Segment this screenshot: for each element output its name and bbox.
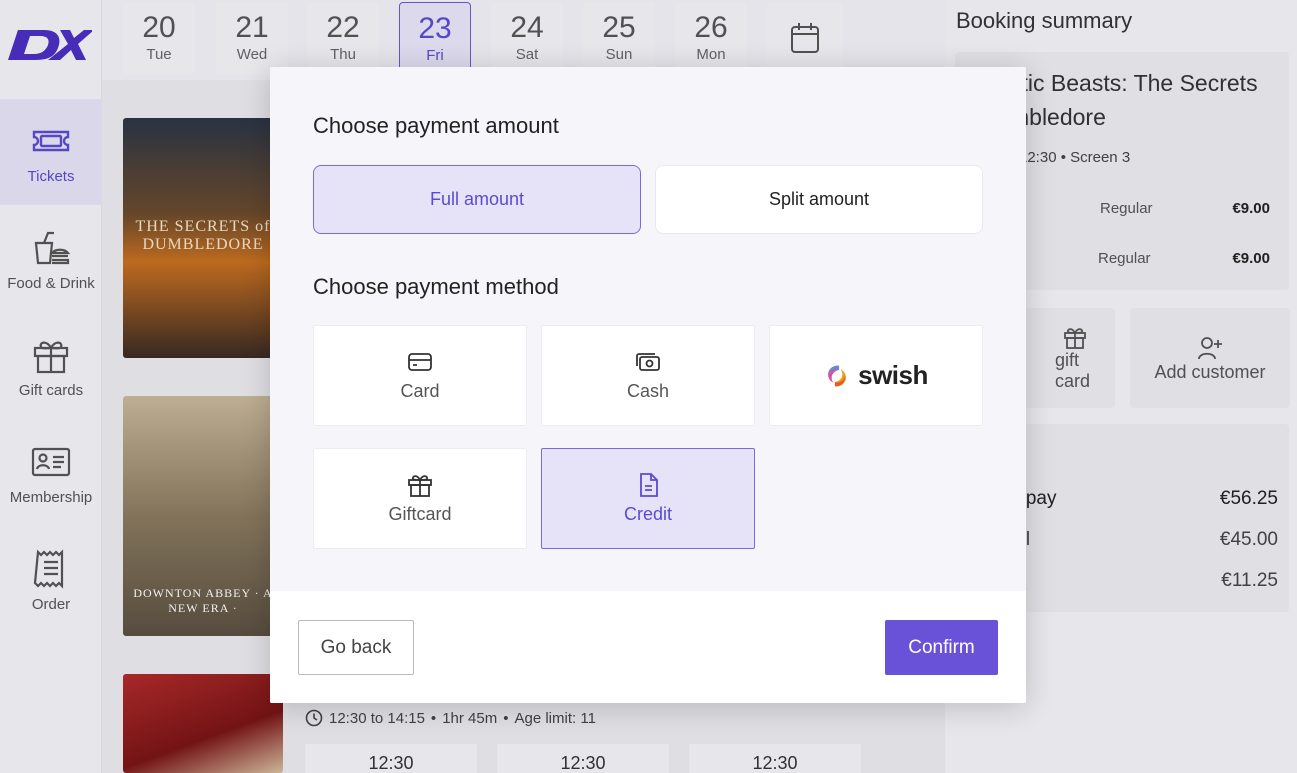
document-icon <box>640 473 658 497</box>
payment-method-swish[interactable]: swish <box>769 325 983 426</box>
method-label: Cash <box>626 381 670 401</box>
split-amount-button[interactable]: Split amount <box>655 165 983 234</box>
payment-method-title: Choose payment method <box>313 274 559 299</box>
gift-icon <box>408 475 432 497</box>
credit-card-icon <box>408 353 432 371</box>
payment-method-giftcard[interactable]: Giftcard <box>313 448 527 549</box>
confirm-button[interactable]: Confirm <box>885 620 998 675</box>
swish-wordmark: swish <box>858 360 928 390</box>
swish-logo: swish <box>824 360 928 391</box>
payment-method-credit[interactable]: Credit <box>541 448 755 549</box>
payment-amount-title: Choose payment amount <box>313 113 559 138</box>
method-label: Card <box>400 381 440 401</box>
method-label: Credit <box>623 504 672 524</box>
payment-method-cash[interactable]: Cash <box>541 325 755 426</box>
full-amount-button[interactable]: Full amount <box>313 165 641 234</box>
cash-icon <box>636 353 660 371</box>
go-back-button[interactable]: Go back <box>298 620 414 675</box>
payment-modal: Choose payment amount Full amount Split … <box>270 67 1026 703</box>
payment-method-card[interactable]: Card <box>313 325 527 426</box>
swish-logo-icon <box>828 365 847 386</box>
method-label: Giftcard <box>388 504 452 524</box>
